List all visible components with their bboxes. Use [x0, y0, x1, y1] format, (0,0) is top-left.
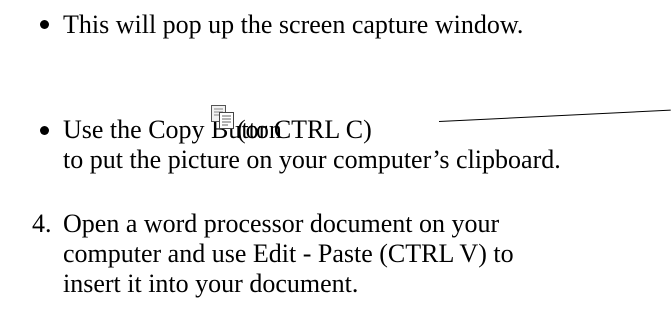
bullet-marker-2 — [40, 126, 49, 135]
bullet-marker-1 — [40, 20, 49, 29]
instruction-text-3a: Open a word processor document on your — [63, 209, 500, 238]
instruction-text-2b: (or CTRL C) — [237, 115, 372, 144]
instruction-text-3c: insert it into your document. — [63, 269, 359, 298]
copy-icon — [210, 104, 236, 130]
step-number-4: 4. — [32, 209, 52, 238]
callout-line — [438, 109, 671, 122]
instruction-text-1: This will pop up the screen capture wind… — [63, 10, 524, 39]
instruction-text-2c: to put the picture on your computer’s cl… — [63, 145, 561, 174]
instruction-text-3b: computer and use Edit - Paste (CTRL V) t… — [63, 239, 514, 268]
